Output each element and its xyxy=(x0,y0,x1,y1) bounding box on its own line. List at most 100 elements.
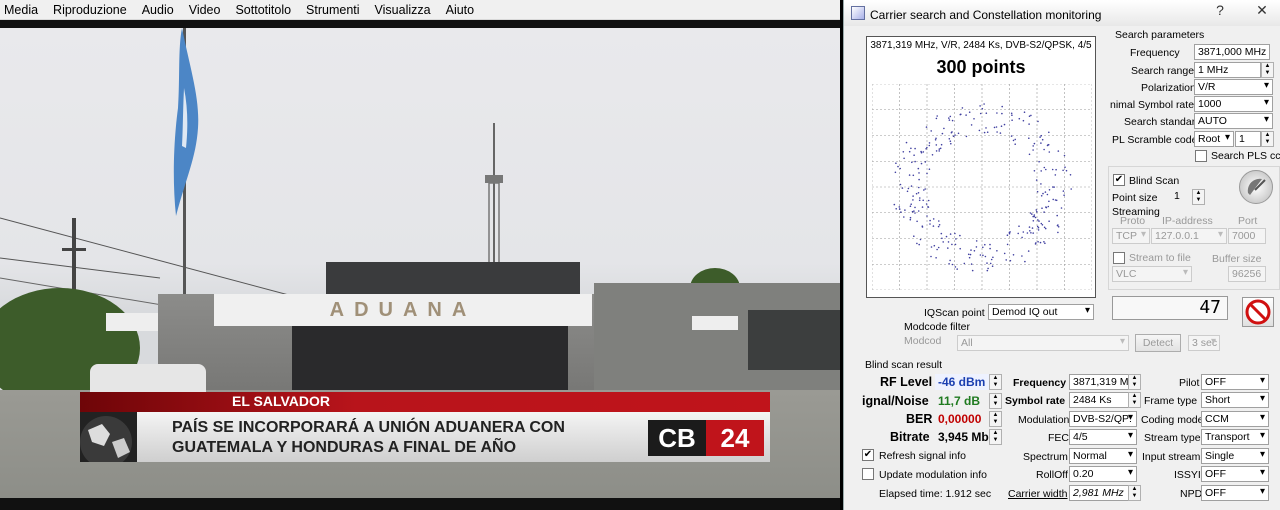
constellation-point xyxy=(971,269,974,272)
constellation-point xyxy=(965,135,968,138)
pl-scramble-input[interactable]: 1 xyxy=(1235,131,1261,147)
result-frequency-spinner[interactable]: ▲ ▼ xyxy=(1128,374,1141,390)
npd-select[interactable]: OFF xyxy=(1201,485,1269,501)
polarization-label: Polarization xyxy=(1141,82,1196,94)
coding-mode-select[interactable]: CCM xyxy=(1201,411,1269,427)
ip-address-select[interactable]: 127.0.0.1 xyxy=(1151,228,1227,244)
detect-button[interactable]: Detect xyxy=(1135,334,1181,352)
menu-aiuto[interactable]: Aiuto xyxy=(446,3,475,17)
constellation-point xyxy=(914,212,916,214)
search-range-input[interactable]: 1 MHz xyxy=(1194,62,1261,78)
point-size-input[interactable]: 1 xyxy=(1171,189,1193,205)
stop-button[interactable] xyxy=(1242,297,1274,327)
menu-audio[interactable]: Audio xyxy=(142,3,174,17)
constellation-point xyxy=(1057,150,1060,152)
scan-button[interactable] xyxy=(1239,170,1273,204)
search-pls-checkbox[interactable] xyxy=(1195,150,1207,162)
constellation-point xyxy=(908,150,911,153)
pilot-select[interactable]: OFF xyxy=(1201,374,1269,390)
close-button[interactable]: ✕ xyxy=(1249,2,1275,20)
rf-level-spinner[interactable]: ▲ ▼ xyxy=(989,374,1002,390)
point-size-spinner[interactable]: ▲ ▼ xyxy=(1192,189,1205,205)
video-frame[interactable]: ADUANA EL SALVADOR PAÍS SE INCORPORARÁ A… xyxy=(0,28,840,498)
constellation-point xyxy=(913,235,915,237)
menu-video[interactable]: Video xyxy=(189,3,221,17)
constellation-point xyxy=(1036,210,1038,213)
frame-type-select[interactable]: Short xyxy=(1201,392,1269,408)
constellation-point xyxy=(918,178,920,181)
constellation-point xyxy=(917,192,920,194)
input-stream-select[interactable]: Single xyxy=(1201,448,1269,464)
menu-visualizza[interactable]: Visualizza xyxy=(375,3,431,17)
modcode-select[interactable]: All xyxy=(957,335,1129,351)
constellation-point xyxy=(1008,231,1011,234)
stream-to-file-checkbox[interactable] xyxy=(1113,252,1125,264)
buffer-size-input[interactable]: 96256 xyxy=(1228,266,1266,282)
menu-sottotitolo[interactable]: Sottotitolo xyxy=(235,3,291,17)
carrier-width-label[interactable]: Carrier width xyxy=(1008,488,1068,500)
refresh-signal-checkbox[interactable]: ✔ xyxy=(862,449,874,461)
search-pls-label: Search PLS cc xyxy=(1211,150,1280,162)
proto-label: Proto xyxy=(1120,215,1146,227)
constellation-point xyxy=(903,157,905,160)
constellation-point xyxy=(1017,232,1019,235)
constellation-point xyxy=(1021,255,1023,257)
constellation-point xyxy=(973,250,976,252)
signal-noise-spinner[interactable]: ▲ ▼ xyxy=(989,393,1002,409)
signal-noise-label: ignal/Noise xyxy=(862,394,929,408)
bitrate-spinner[interactable]: ▲ ▼ xyxy=(989,429,1002,445)
update-modulation-checkbox[interactable] xyxy=(862,468,874,480)
menu-riproduzione[interactable]: Riproduzione xyxy=(53,3,127,17)
constellation-point xyxy=(940,232,943,235)
pl-scramble-mode-select[interactable]: Root xyxy=(1194,131,1234,147)
menu-media[interactable]: Media xyxy=(4,3,38,17)
bitrate-value: 3,945 Mb xyxy=(938,430,989,444)
search-range-spinner[interactable]: ▲ ▼ xyxy=(1261,62,1274,78)
constellation-point xyxy=(1062,169,1064,172)
constellation-point xyxy=(926,172,928,175)
constellation-point xyxy=(954,266,957,268)
menu-strumenti[interactable]: Strumenti xyxy=(306,3,360,17)
rf-level-value: -46 dBm xyxy=(935,374,990,390)
constellation-point xyxy=(922,199,924,202)
constellation-point xyxy=(1043,241,1045,243)
pl-scramble-spinner[interactable]: ▲ ▼ xyxy=(1261,131,1274,147)
min-symbol-rate-select[interactable]: 1000 xyxy=(1194,96,1273,112)
constellation-point xyxy=(949,259,951,262)
buffer-size-label: Buffer size xyxy=(1212,253,1262,265)
constellation-point xyxy=(941,237,943,240)
help-button[interactable]: ? xyxy=(1207,2,1233,20)
symbol-rate-spinner[interactable]: ▲ ▼ xyxy=(1128,392,1141,408)
constellation-point xyxy=(990,258,993,261)
issyi-select[interactable]: OFF xyxy=(1201,466,1269,482)
frequency-input[interactable]: 3871,000 MHz xyxy=(1194,44,1270,60)
player-select[interactable]: VLC xyxy=(1112,266,1192,282)
constellation-point xyxy=(983,103,985,105)
constellation-point xyxy=(1062,190,1065,192)
constellation-point xyxy=(978,129,981,132)
constellation-point xyxy=(928,142,931,144)
constellation-point xyxy=(968,256,971,259)
search-standard-select[interactable]: AUTO xyxy=(1194,113,1273,129)
proto-select[interactable]: TCP xyxy=(1112,228,1150,244)
constellation-point xyxy=(951,263,954,266)
constellation-point xyxy=(1039,136,1041,138)
constellation-point xyxy=(984,243,986,246)
iqscan-point-select[interactable]: Demod IQ out xyxy=(988,304,1094,320)
stream-type-select[interactable]: Transport xyxy=(1201,429,1269,445)
video-player: Media Riproduzione Audio Video Sottotito… xyxy=(0,0,840,510)
blind-scan-checkbox[interactable]: ✔ xyxy=(1113,174,1125,186)
constellation-point xyxy=(979,105,981,107)
rolloff-select[interactable]: 0.20 xyxy=(1069,466,1137,482)
constellation-point xyxy=(982,246,984,249)
carrier-width-spinner[interactable]: ▲ ▼ xyxy=(1128,485,1141,501)
fec-select[interactable]: 4/5 xyxy=(1069,429,1137,445)
constellation-title: 300 points xyxy=(936,57,1026,77)
modulation-select[interactable]: DVB-S2/QP: xyxy=(1069,411,1137,427)
detect-seconds-select[interactable]: 3 sec xyxy=(1188,335,1220,351)
constellation-point xyxy=(1043,166,1046,169)
spectrum-select[interactable]: Normal xyxy=(1069,448,1137,464)
polarization-select[interactable]: V/R xyxy=(1194,79,1273,95)
ber-spinner[interactable]: ▲ ▼ xyxy=(989,411,1002,427)
port-input[interactable]: 7000 xyxy=(1228,228,1266,244)
